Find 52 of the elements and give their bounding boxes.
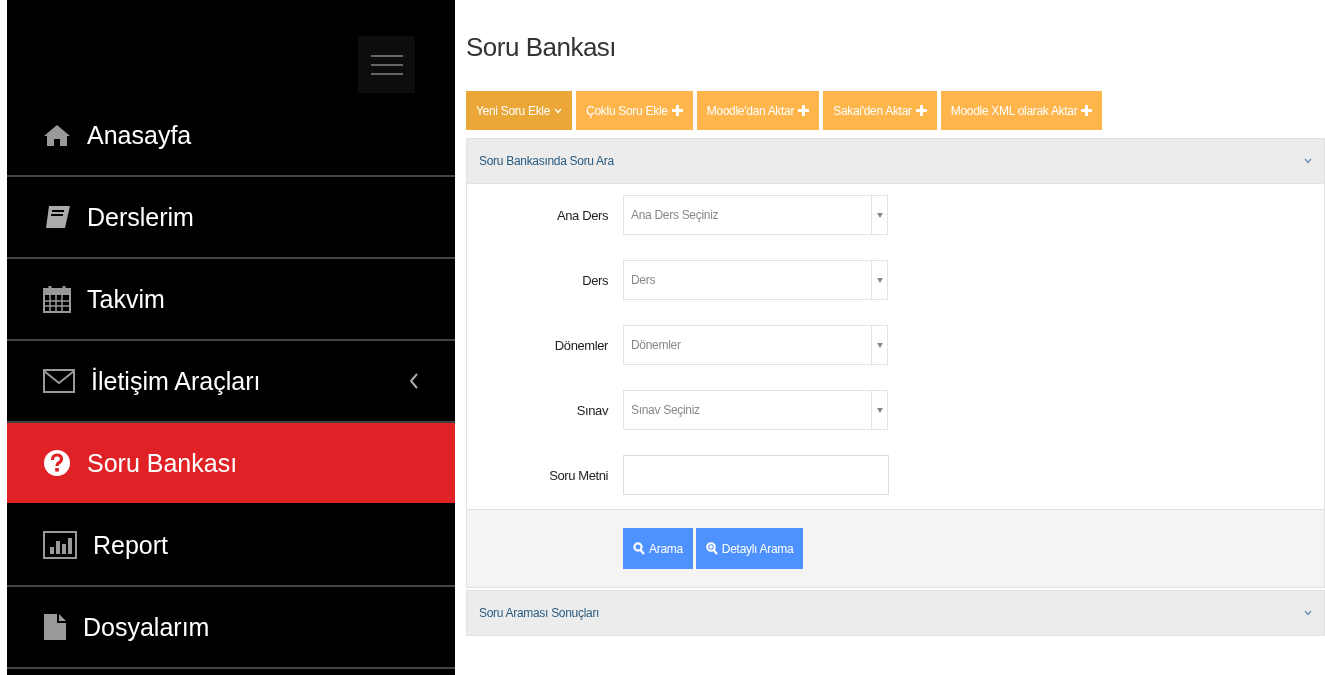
field-label: Soru Metni bbox=[548, 467, 608, 483]
select-field[interactable]: Sınav Seçiniz bbox=[623, 390, 888, 430]
caret-icon bbox=[554, 107, 563, 114]
toolbar-button[interactable]: Yeni Soru Ekle bbox=[466, 91, 573, 130]
text-field[interactable] bbox=[623, 455, 889, 495]
dropdown-arrow-icon bbox=[876, 277, 883, 283]
sidebar-item-label: Soru Bankası bbox=[87, 448, 239, 478]
search-button[interactable]: Detaylı Arama bbox=[695, 528, 804, 569]
chevron-down-icon bbox=[1304, 610, 1312, 616]
field-label: Sınav bbox=[575, 402, 608, 418]
calendar-icon bbox=[43, 285, 71, 313]
panel-header[interactable]: Soru Araması Sonuçları bbox=[467, 591, 1324, 635]
book-icon bbox=[43, 204, 71, 230]
plus-icon bbox=[671, 105, 683, 116]
sidebar-item-label: Takvim bbox=[87, 284, 166, 314]
field-label: Ders bbox=[581, 272, 608, 288]
page-title: Soru Bankası bbox=[466, 32, 618, 64]
question-icon bbox=[43, 449, 71, 477]
sidebar-item-label: Anasayfa bbox=[87, 120, 193, 150]
plus-icon bbox=[1081, 105, 1093, 116]
field-label: Ana Ders bbox=[556, 207, 608, 223]
plus-icon bbox=[798, 105, 810, 116]
sidebar-item-label: İletişim Araçları bbox=[91, 366, 262, 396]
field-label: Dönemler bbox=[553, 337, 608, 353]
panel-title: Soru Bankasında Soru Ara bbox=[479, 154, 614, 168]
dropdown-arrow-icon bbox=[876, 212, 883, 218]
search-button[interactable]: Arama bbox=[623, 528, 693, 569]
select-field[interactable]: Dönemler bbox=[623, 325, 888, 365]
sidebar-item[interactable]: Anasayfa bbox=[7, 95, 455, 177]
menu-icon[interactable] bbox=[358, 36, 415, 93]
dropdown-arrow-icon bbox=[876, 342, 883, 348]
zoom-in-icon bbox=[705, 542, 718, 555]
dropdown-arrow-icon bbox=[876, 407, 883, 413]
sidebar-item[interactable]: Derslerim bbox=[7, 177, 455, 259]
plus-icon bbox=[915, 105, 927, 116]
sidebar-item-label: Dosyalarım bbox=[83, 612, 211, 642]
sidebar-item[interactable]: Report bbox=[7, 505, 455, 587]
home-icon bbox=[43, 123, 71, 147]
chart-icon bbox=[43, 531, 77, 559]
sidebar-item-label: Report bbox=[93, 530, 170, 560]
sidebar-item-label: Derslerim bbox=[87, 202, 195, 232]
select-field[interactable]: Ana Ders Seçiniz bbox=[623, 195, 888, 235]
search-icon bbox=[633, 542, 645, 555]
select-field[interactable]: Ders bbox=[623, 260, 888, 300]
panel-title: Soru Araması Sonuçları bbox=[479, 606, 600, 620]
file-icon bbox=[43, 613, 67, 641]
sidebar-item[interactable]: Takvim bbox=[7, 259, 455, 341]
panel-header[interactable]: Soru Bankasında Soru Ara bbox=[467, 139, 1324, 183]
chevron-down-icon bbox=[1304, 158, 1312, 164]
sidebar-item[interactable]: Dosyalarım bbox=[7, 587, 455, 669]
envelope-icon bbox=[43, 369, 75, 393]
sidebar-item[interactable]: Soru Bankası bbox=[7, 423, 455, 505]
